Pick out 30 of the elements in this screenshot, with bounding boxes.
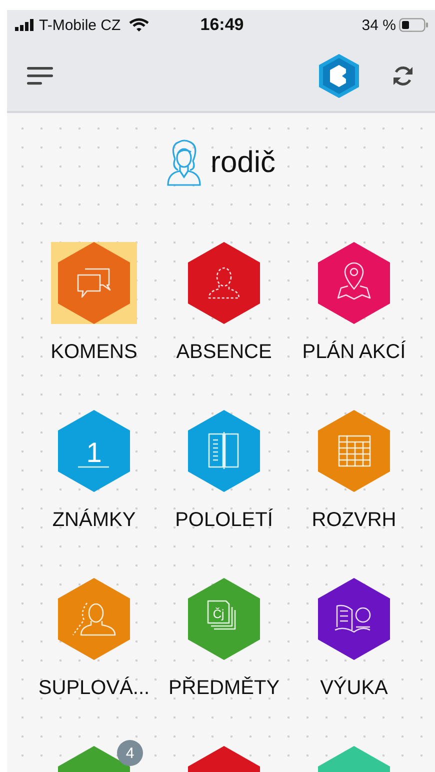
notification-badge: 4 [117,740,143,766]
substitute-person-icon [58,578,130,660]
carrier-name: T-Mobile CZ [39,16,121,34]
open-book-icon [318,578,390,660]
documents-icon: Čj [188,578,260,660]
report-book-icon [188,410,260,492]
chat-bubbles-icon [58,242,130,324]
person-icon [166,139,202,187]
refresh-icon[interactable] [391,64,415,88]
signal-icon [15,19,35,31]
logo-icon [319,54,359,98]
module-tile[interactable]: SUPLOVÁ... [29,572,159,700]
module-tile[interactable]: ROZVRH [289,404,419,532]
wifi-icon [128,18,149,32]
module-tile[interactable]: POLOLETÍ [159,404,289,532]
module-tile[interactable]: ABSENCE [159,236,289,364]
module-tile[interactable]: Čj PŘEDMĚTY [159,572,289,700]
user-role: rodič [210,146,276,180]
battery-percent: 34 % [362,16,396,34]
module-tile[interactable]: 1 ZNÁMKY [29,404,159,532]
grade-icon: 1 [58,410,130,492]
menu-icon[interactable] [27,66,53,86]
map-pin-icon [318,242,390,324]
battery-icon [398,18,429,32]
module-tile[interactable]: KOMENS [29,236,159,364]
timetable-icon [318,410,390,492]
module-tile[interactable]: VÝUKA [289,572,419,700]
dashed-person-icon [188,242,260,324]
module-tile[interactable]: PLÁN AKCÍ [289,236,419,364]
status-time: 16:49 [200,15,244,35]
